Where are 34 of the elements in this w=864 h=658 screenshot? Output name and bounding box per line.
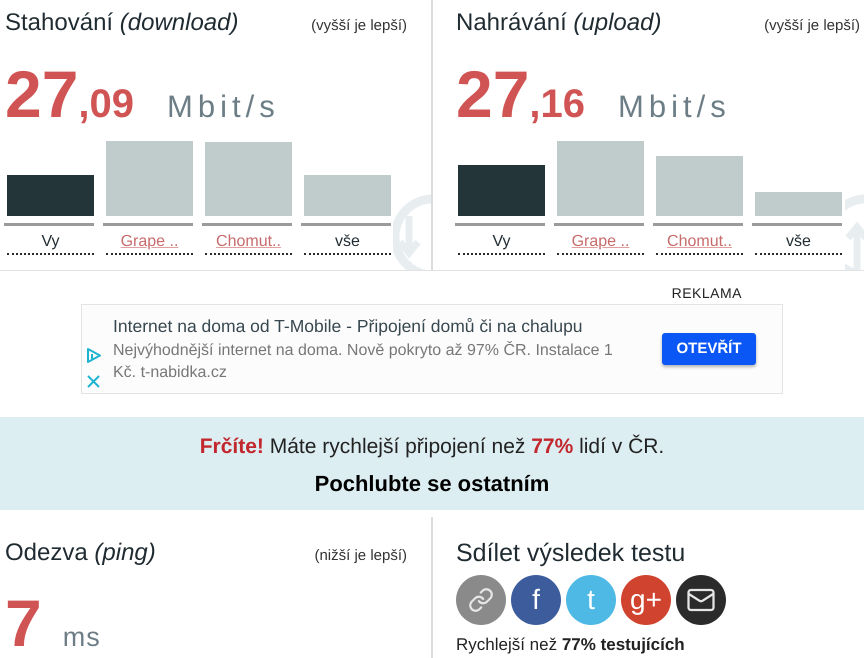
ping-value: 7 xyxy=(5,590,42,656)
share-prompt-link[interactable]: Pochlubte se ostatním xyxy=(314,470,550,498)
unit-label: Mbit/s xyxy=(618,90,731,122)
bar-label: Vy xyxy=(7,230,94,254)
bar-label: vše xyxy=(304,230,391,254)
close-icon[interactable] xyxy=(86,374,101,389)
triangle-info-icon[interactable] xyxy=(86,347,102,364)
link-icon xyxy=(468,587,494,613)
share-button[interactable]: g+ xyxy=(621,575,671,625)
ad-label: REKLAMA xyxy=(672,284,742,303)
unit-label: Mbit/s xyxy=(167,90,280,122)
ad-title[interactable]: Internet na doma od T-Mobile - Připojení domů či na chalupu xyxy=(113,314,583,336)
unit-label: ms xyxy=(62,624,101,650)
share-button[interactable]: f xyxy=(511,575,561,625)
comparison-link[interactable]: Grape .. xyxy=(106,230,193,254)
comparison-link[interactable]: Chomut.. xyxy=(656,230,743,254)
section-title: Nahrávání (upload) xyxy=(456,9,662,37)
section-title: Sdílet výsledek testu xyxy=(456,539,686,567)
open-button[interactable]: OTEVŘÍT xyxy=(662,333,756,365)
section-title: Odezva (ping) xyxy=(5,539,156,567)
bar-label: vše xyxy=(755,230,842,254)
hint-text: (vyšší je lepší) xyxy=(311,16,407,36)
speed-value: 27,09 xyxy=(5,60,134,126)
hint-text: (nižší je lepší) xyxy=(314,546,407,566)
comparison-link[interactable]: Chomut.. xyxy=(205,230,292,254)
share-button[interactable] xyxy=(676,575,726,625)
section-title: Stahování (download) xyxy=(5,9,238,37)
comparison-link[interactable]: Grape .. xyxy=(557,230,644,254)
hint-text: (vyšší je lepší) xyxy=(764,16,860,36)
bar-label: Vy xyxy=(458,230,545,254)
speed-value: 27,16 xyxy=(456,60,586,126)
result-message: Frčíte! Máte rychlejší připojení než 77% lidí v ČR. xyxy=(200,434,664,460)
ad-description: Nejvýhodnější internet na doma. Nově pokryto až 97% ČR. Instalace 1 Kč. t-nabidka.cz xyxy=(113,340,613,382)
summary-text: Rychlejší než 77% testujících xyxy=(456,635,686,655)
